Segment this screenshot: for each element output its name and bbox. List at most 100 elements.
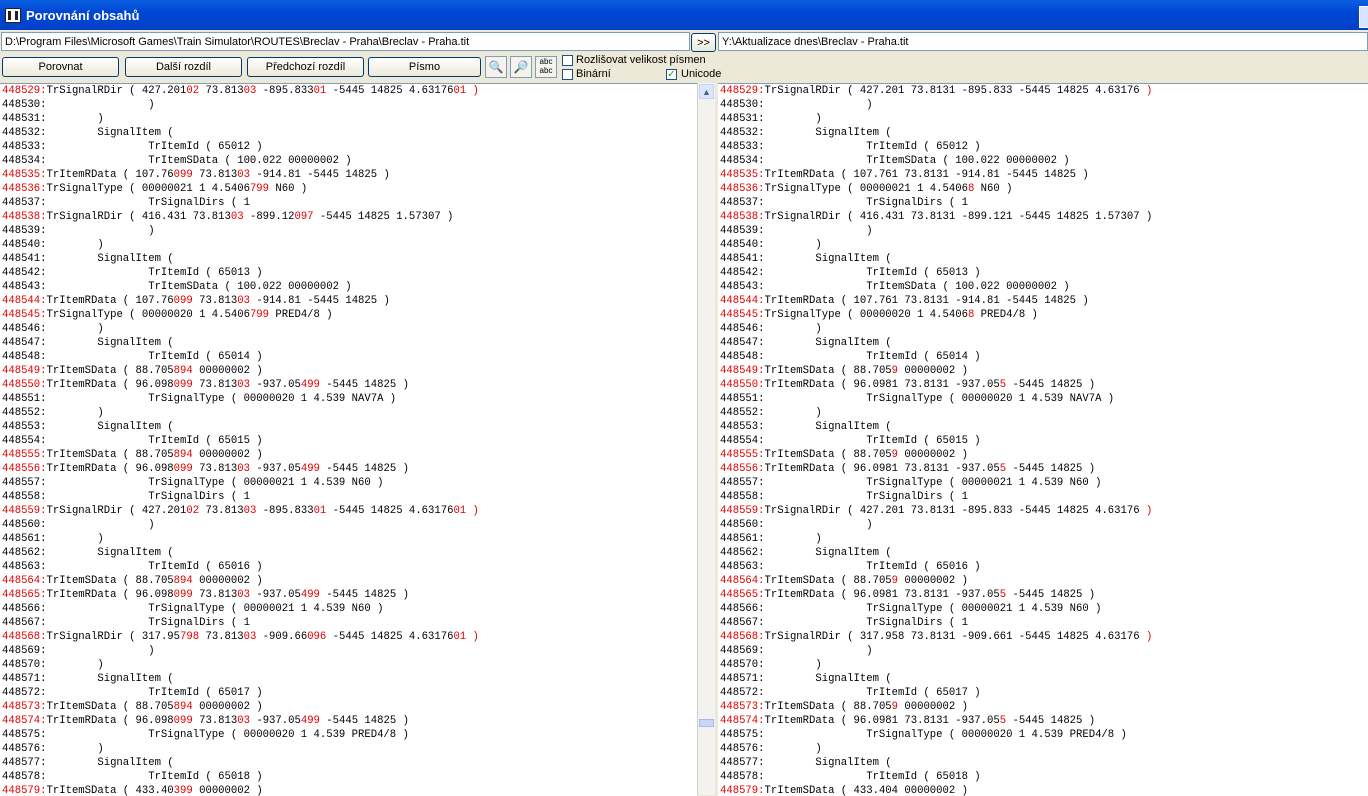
line-text: -5445 14825 ) (319, 715, 416, 727)
line-text: TrItemSData ( 88.705 (46, 575, 174, 587)
scroll-thumb[interactable] (699, 719, 714, 727)
line-text: -5445 14825 ) (1006, 715, 1102, 727)
line-text: TrItemSData ( 88.705 (764, 449, 892, 461)
line-text: 448542: TrItemId ( 65013 ) (720, 267, 988, 279)
line-text: TrItemSData ( 433.404 00000002 ) (764, 785, 975, 796)
diff-line: 448563: TrItemId ( 65016 ) (0, 560, 697, 574)
line-text: 448577: SignalItem ( (720, 757, 899, 769)
next-diff-button[interactable]: Další rozdíl (125, 57, 242, 77)
line-text: 448537: TrSignalDirs ( 1 (2, 197, 250, 209)
prev-diff-button[interactable]: Předchozí rozdíl (247, 57, 364, 77)
line-text: 448533: TrItemId ( 65012 ) (2, 141, 270, 153)
title-bar[interactable]: Porovnání obsahů (0, 0, 1368, 30)
line-text: 73.813 (192, 589, 238, 601)
left-path-field[interactable]: D:\Program Files\Microsoft Games\Train S… (1, 32, 690, 51)
diff-line: 448573:TrItemSData ( 88.7059 00000002 ) (718, 700, 1368, 714)
line-text: 448539: ) (2, 225, 161, 237)
line-text: 448540: ) (2, 239, 111, 251)
line-text: 448578: TrItemId ( 65018 ) (720, 771, 988, 783)
diff-highlight: 448579: (720, 785, 765, 796)
diff-highlight: 448535: (2, 169, 47, 181)
line-text: 448563: TrItemId ( 65016 ) (720, 561, 988, 573)
diff-highlight: 099 (173, 295, 193, 307)
line-text: 448572: TrItemId ( 65017 ) (2, 687, 270, 699)
diff-line: 448573:TrItemSData ( 88.705894 00000002 … (0, 700, 697, 714)
line-text: 73.813 (199, 631, 244, 643)
line-text: 00000002 ) (898, 449, 975, 461)
diff-line: 448572: TrItemId ( 65017 ) (718, 686, 1368, 700)
diff-highlight: 448559: (2, 505, 47, 517)
diff-line: 448546: ) (0, 322, 697, 336)
right-text-pane[interactable]: 448529:TrSignalRDir ( 427.201 73.8131 -8… (718, 83, 1368, 796)
diff-line: 448556:TrItemRData ( 96.098099 73.81303 … (0, 462, 697, 476)
line-text: TrItemSData ( 88.705 (46, 701, 174, 713)
unicode-checkbox[interactable]: ✓ (666, 69, 677, 80)
diff-highlight: 03 (237, 589, 250, 601)
diff-line: 448530: ) (0, 98, 697, 112)
diff-line: 448533: TrItemId ( 65012 ) (0, 140, 697, 154)
line-text: TrItemRData ( 107.76 (46, 295, 174, 307)
diff-line: 448560: ) (718, 518, 1368, 532)
line-text: 448566: TrSignalType ( 00000021 1 4.539 … (720, 603, 1108, 615)
diff-line: 448553: SignalItem ( (718, 420, 1368, 434)
line-text: TrSignalRDir ( 427.201 73.8131 -895.833 … (764, 505, 1146, 517)
left-text-pane[interactable]: 448529:TrSignalRDir ( 427.20102 73.81303… (0, 83, 697, 796)
binary-checkbox[interactable] (562, 69, 573, 80)
diff-line: 448536:TrSignalType ( 00000021 1 4.54068… (718, 182, 1368, 196)
line-text: 448537: TrSignalDirs ( 1 (720, 197, 968, 209)
diff-line: 448561: ) (0, 532, 697, 546)
diff-line: 448575: TrSignalType ( 00000020 1 4.539 … (0, 728, 697, 742)
line-text: 448546: ) (2, 323, 111, 335)
line-text: -895.833 (256, 505, 314, 517)
line-text: TrItemRData ( 96.0981 73.8131 -937.05 (764, 715, 1000, 727)
diff-highlight: 448544: (2, 295, 47, 307)
diff-line: 448576: ) (0, 742, 697, 756)
diff-line: 448529:TrSignalRDir ( 427.20102 73.81303… (0, 84, 697, 98)
diff-line: 448550:TrItemRData ( 96.0981 73.8131 -93… (718, 378, 1368, 392)
diff-line: 448539: ) (0, 224, 697, 238)
line-text: 448570: ) (2, 659, 111, 671)
diff-line: 448559:TrSignalRDir ( 427.201 73.8131 -8… (718, 504, 1368, 518)
diff-line: 448537: TrSignalDirs ( 1 (0, 196, 697, 210)
scroll-up-arrow-icon[interactable]: ▲ (699, 84, 714, 99)
line-text: 00000002 ) (192, 701, 270, 713)
line-text: 448532: SignalItem ( (2, 127, 181, 139)
line-text: -5445 14825 ) (319, 463, 416, 475)
diff-highlight: 448565: (2, 589, 47, 601)
diff-line: 448533: TrItemId ( 65012 ) (718, 140, 1368, 154)
diff-highlight: 448538: (720, 211, 765, 223)
line-text: -5445 14825 ) (319, 379, 416, 391)
left-scrollbar[interactable]: ▲ (697, 83, 715, 795)
line-text: TrItemSData ( 433.40 (46, 785, 174, 796)
unicode-label: Unicode (681, 68, 722, 80)
diff-line: 448554: TrItemId ( 65015 ) (0, 434, 697, 448)
diff-line: 448543: TrItemSData ( 100.022 00000002 ) (718, 280, 1368, 294)
diff-highlight: 448556: (720, 463, 765, 475)
right-path-field[interactable]: Y:\Aktualizace dnes\Breclav - Praha.tit (718, 32, 1368, 51)
line-text: 448543: TrItemSData ( 100.022 00000002 ) (2, 281, 359, 293)
line-text: 448539: ) (720, 225, 879, 237)
compare-button[interactable]: Porovnat (2, 57, 119, 77)
binoculars-next-icon[interactable]: 🔎 (510, 56, 532, 78)
line-text: 448570: ) (720, 659, 829, 671)
diff-highlight: 799 (249, 309, 270, 321)
binoculars-icon[interactable]: 🔍 (485, 56, 507, 78)
text-compare-icon[interactable]: abc abc (535, 56, 557, 78)
case-sensitive-checkbox[interactable] (562, 55, 573, 66)
line-text: -914.81 -5445 14825 ) (249, 169, 397, 181)
diff-highlight: 448550: (720, 379, 765, 391)
diff-line: 448548: TrItemId ( 65014 ) (718, 350, 1368, 364)
line-text: TrSignalRDir ( 427.201 (46, 85, 187, 97)
line-text: 448557: TrSignalType ( 00000021 1 4.539 … (2, 477, 390, 489)
line-text: -5445 14825 1.57307 ) (313, 211, 460, 223)
copy-path-button[interactable]: >> (691, 33, 716, 52)
diff-highlight: 03 (237, 379, 250, 391)
line-text: TrItemRData ( 96.0981 73.8131 -937.05 (764, 589, 1000, 601)
diff-highlight: 01 ) (453, 85, 479, 97)
line-text: 448557: TrSignalType ( 00000021 1 4.539 … (720, 477, 1108, 489)
diff-highlight: ) (1145, 631, 1153, 643)
diff-line: 448538:TrSignalRDir ( 416.431 73.81303 -… (0, 210, 697, 224)
close-button[interactable] (1359, 6, 1368, 28)
font-button[interactable]: Písmo (368, 57, 481, 77)
diff-highlight: 099 (173, 589, 193, 601)
